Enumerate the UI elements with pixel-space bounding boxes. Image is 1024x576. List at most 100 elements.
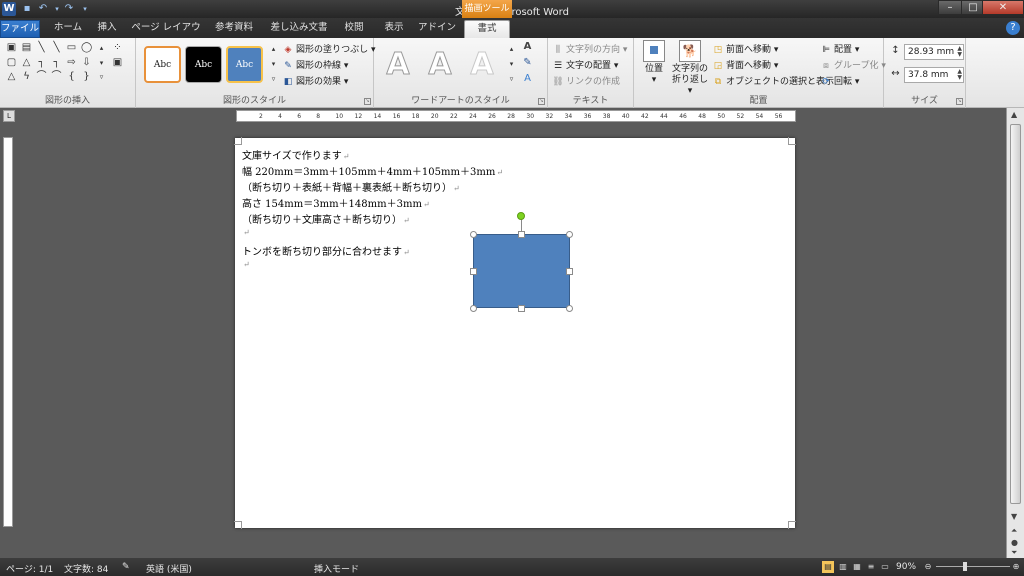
elbow-connector-icon[interactable]: ┐: [36, 58, 47, 68]
wordart-more-icon[interactable]: ▿: [506, 74, 517, 84]
text-fill-icon[interactable]: A: [522, 42, 533, 52]
align-text-button[interactable]: ☰ 文字の配置 ▾: [552, 58, 618, 71]
doc-line-1[interactable]: 文庫サイズで作ります↵: [242, 147, 349, 162]
shape-style-thumb-black[interactable]: Abc: [185, 46, 222, 83]
resize-handle-right[interactable]: [566, 268, 573, 275]
edit-shape-icon[interactable]: ▣: [112, 58, 123, 68]
size-launcher-icon[interactable]: ↘: [956, 98, 963, 105]
browse-object-icon[interactable]: ●: [1011, 538, 1018, 547]
tab-mailings[interactable]: 差し込み文書: [266, 20, 332, 38]
rectangle-shape-icon[interactable]: ▭: [66, 43, 77, 53]
shape-style-thumb-orange[interactable]: Abc: [144, 46, 181, 83]
scrollbar-thumb[interactable]: [1010, 124, 1021, 504]
text-box-icon[interactable]: ▣: [6, 43, 17, 53]
align-button[interactable]: ⊫ 配置 ▾: [820, 42, 859, 55]
tab-home[interactable]: ホーム: [48, 20, 88, 38]
width-spinner-icon[interactable]: ▲ ▼: [957, 69, 962, 81]
tab-references[interactable]: 参考資料: [208, 20, 260, 38]
curve-shape-icon[interactable]: ⌒: [36, 72, 47, 82]
wordart-scroll-up-icon[interactable]: ▴: [506, 44, 517, 54]
wordart-style-3[interactable]: A: [462, 44, 502, 84]
full-screen-reading-icon[interactable]: ▥: [837, 561, 849, 573]
left-brace-shape-icon[interactable]: {: [66, 72, 77, 82]
wrap-text-button[interactable]: 🐕 文字列の 折り返し▾: [670, 40, 710, 97]
tab-review[interactable]: 校閲: [336, 20, 372, 38]
zoom-out-icon[interactable]: ⊖: [922, 561, 934, 573]
rotate-button[interactable]: ⟳ 回転 ▾: [820, 74, 859, 87]
arc-shape-icon[interactable]: ⌒: [51, 72, 62, 82]
selected-rectangle-shape[interactable]: [473, 234, 570, 308]
scroll-down-arrow-icon[interactable]: ▼: [1011, 512, 1017, 521]
tab-file[interactable]: ファイル: [0, 20, 40, 38]
line-shape-2-icon[interactable]: ╲: [51, 43, 62, 53]
web-layout-icon[interactable]: ▦: [851, 561, 863, 573]
rounded-rect-shape-icon[interactable]: ▢: [6, 58, 17, 68]
resize-handle-top[interactable]: [518, 231, 525, 238]
oval-shape-icon[interactable]: ◯: [81, 43, 92, 53]
page-count[interactable]: ページ: 1/1: [6, 562, 53, 575]
help-icon[interactable]: ?: [1006, 21, 1020, 35]
text-effects-icon[interactable]: A: [522, 74, 533, 84]
wordart-launcher-icon[interactable]: ↘: [538, 98, 545, 105]
scroll-up-icon[interactable]: ▴: [96, 43, 107, 53]
text-direction-button[interactable]: ⫼ 文字列の方向 ▾: [552, 42, 627, 55]
tab-format[interactable]: 書式: [464, 20, 510, 38]
rotation-handle[interactable]: [517, 212, 525, 220]
styles-scroll-up-icon[interactable]: ▴: [268, 44, 279, 54]
minimize-button[interactable]: –: [938, 0, 962, 15]
resize-handle-bottom[interactable]: [518, 305, 525, 312]
shape-outline-button[interactable]: ✎ 図形の枠線 ▾: [282, 58, 348, 71]
resize-handle-left[interactable]: [470, 268, 477, 275]
doc-line-7[interactable]: トンボを断ち切り部分に合わせます↵: [242, 243, 410, 258]
resize-handle-bottom-right[interactable]: [566, 305, 573, 312]
position-button[interactable]: 位置 ▾: [638, 40, 670, 86]
lightning-shape-icon[interactable]: ϟ: [21, 72, 32, 82]
zoom-level[interactable]: 90%: [896, 562, 916, 572]
next-page-icon[interactable]: ⏷: [1011, 548, 1017, 558]
tab-addins[interactable]: アドイン: [416, 20, 458, 38]
scroll-down-icon[interactable]: ▾: [96, 58, 107, 68]
doc-line-2[interactable]: 幅 220mm＝3mm＋105mm＋4mm＋105mm＋3mm↵: [242, 163, 503, 178]
down-arrow-shape-icon[interactable]: ⇩: [81, 58, 92, 68]
doc-line-3[interactable]: （断ち切り＋表紙＋背幅＋裏表紙＋断ち切り）↵: [242, 179, 460, 194]
line-shape-icon[interactable]: ╲: [36, 43, 47, 53]
height-spinner-icon[interactable]: ▲ ▼: [957, 46, 962, 58]
create-link-button[interactable]: ⛓ リンクの作成: [552, 74, 620, 87]
shape-styles-launcher-icon[interactable]: ↘: [364, 98, 371, 105]
bring-forward-button[interactable]: ◳ 前面へ移動 ▾: [712, 42, 779, 55]
shape-effects-button[interactable]: ◧ 図形の効果 ▾: [282, 74, 349, 87]
language-indicator[interactable]: 英語 (米国): [146, 562, 192, 575]
resize-handle-top-right[interactable]: [566, 231, 573, 238]
doc-line-5[interactable]: （断ち切り＋文庫高さ＋断ち切り）↵: [242, 211, 410, 226]
zoom-slider[interactable]: [936, 566, 1010, 567]
selection-pane-button[interactable]: ⧉ オブジェクトの選択と表示: [712, 74, 834, 87]
edit-points-icon[interactable]: ⁘: [112, 43, 123, 53]
resize-handle-top-left[interactable]: [470, 231, 477, 238]
shape-style-thumb-blue[interactable]: Abc: [226, 46, 263, 83]
draft-view-icon[interactable]: ▭: [879, 561, 891, 573]
triangle-shape-icon[interactable]: △: [21, 58, 32, 68]
outline-view-icon[interactable]: ≡: [865, 561, 877, 573]
document-page[interactable]: 文庫サイズで作ります↵ 幅 220mm＝3mm＋105mm＋4mm＋105mm＋…: [234, 137, 796, 529]
scroll-up-arrow-icon[interactable]: ▲: [1011, 110, 1017, 119]
send-backward-button[interactable]: ◲ 背面へ移動 ▾: [712, 58, 779, 71]
doc-line-6[interactable]: ↵: [242, 227, 250, 238]
horizontal-ruler[interactable]: 2 4 6 8 10 12 14 16 18 20 22 24 26 28 30 32 34 36 38 40 42 44…: [236, 110, 796, 122]
zoom-slider-thumb[interactable]: [963, 562, 967, 571]
styles-scroll-down-icon[interactable]: ▾: [268, 59, 279, 69]
shape-fill-button[interactable]: ◈ 図形の塗りつぶし ▾: [282, 42, 376, 55]
right-brace-shape-icon[interactable]: }: [81, 72, 92, 82]
close-button[interactable]: ✕: [982, 0, 1024, 15]
proofing-icon[interactable]: ✎: [122, 562, 130, 572]
tab-insert[interactable]: 挿入: [90, 20, 124, 38]
resize-handle-bottom-left[interactable]: [470, 305, 477, 312]
group-button[interactable]: ⧈ グループ化 ▾: [820, 58, 886, 71]
vertical-scrollbar[interactable]: ▲ ▼ ⏶ ● ⏷: [1006, 108, 1024, 558]
tab-view[interactable]: 表示: [376, 20, 412, 38]
tab-selector-icon[interactable]: L: [3, 110, 15, 122]
right-arrow-shape-icon[interactable]: ⇨: [66, 58, 77, 68]
doc-line-4[interactable]: 高さ 154mm＝3mm＋148mm＋3mm↵: [242, 195, 430, 210]
print-layout-view-icon[interactable]: ▤: [822, 561, 834, 573]
styles-more-icon[interactable]: ▿: [268, 74, 279, 84]
shape-width-input[interactable]: 37.8 mm ▲ ▼: [904, 67, 964, 83]
